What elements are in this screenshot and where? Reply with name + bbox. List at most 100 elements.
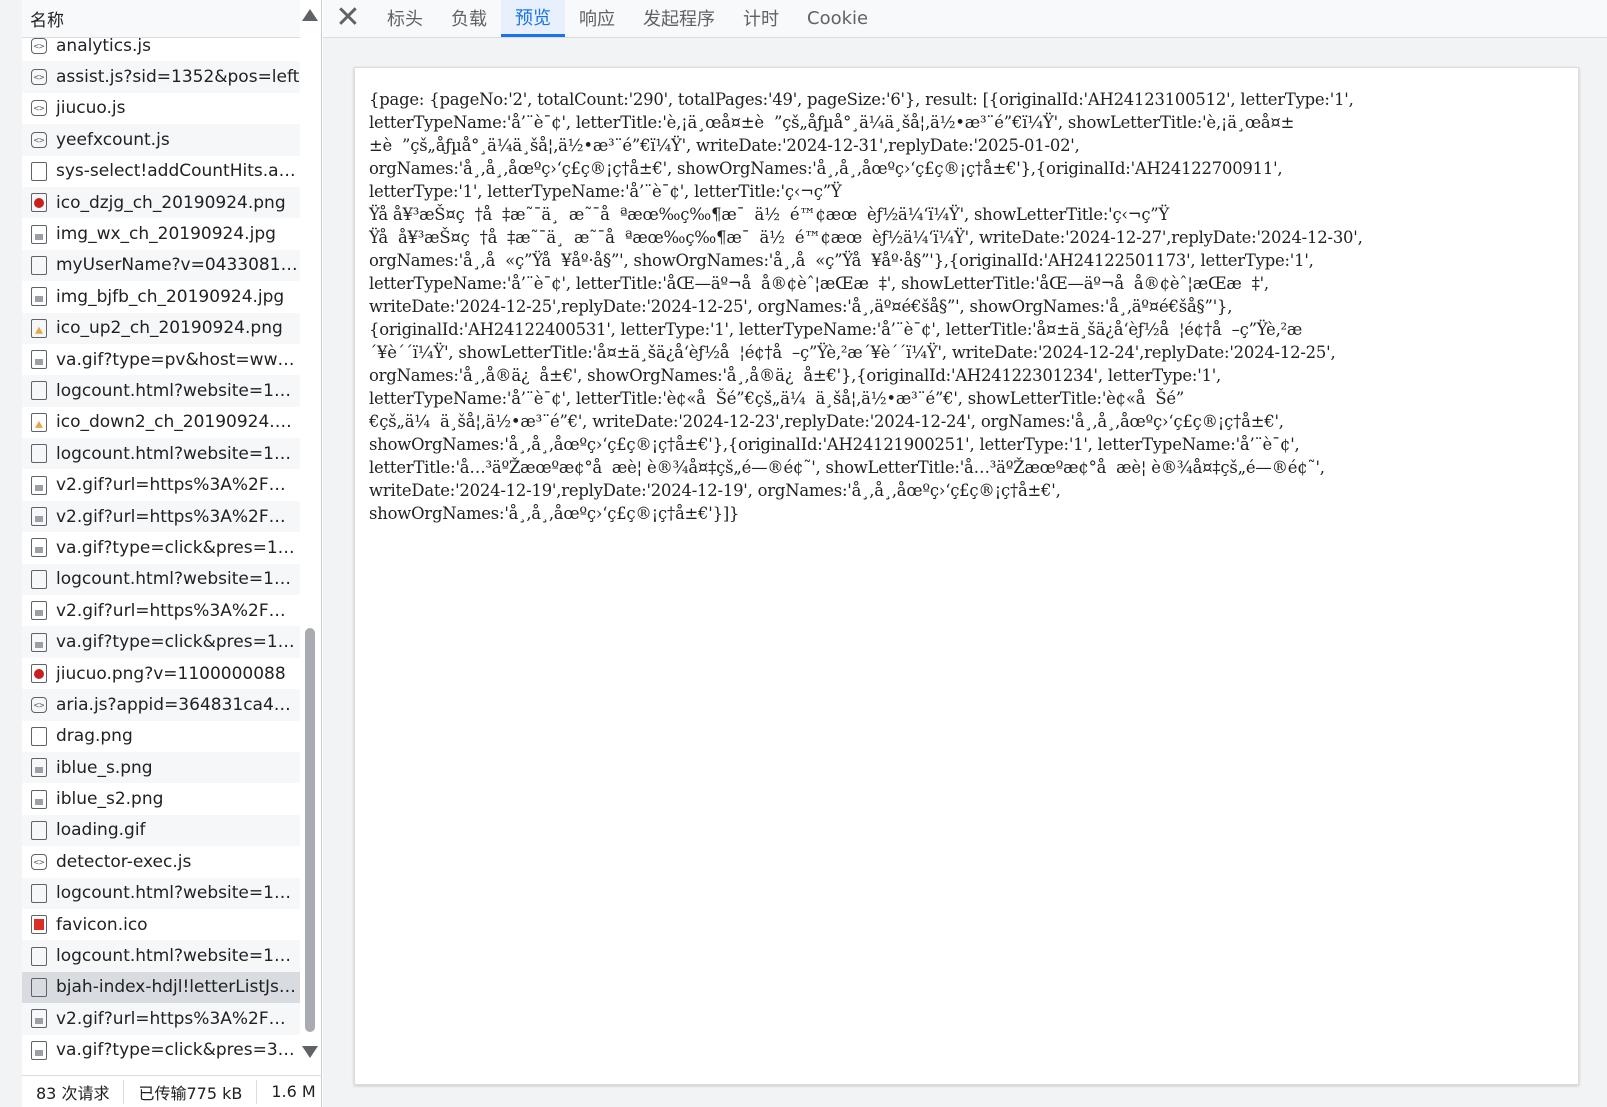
detail-panel: ✕ 标头 负载 预览 响应 发起程序 计时 Cookie {page: {pageNo:'2… xyxy=(323,0,1607,1107)
document-icon xyxy=(31,161,47,181)
request-row[interactable]: myUserName?v=043308105... xyxy=(22,249,300,282)
request-row[interactable]: ico_up2_ch_20190924.png xyxy=(22,312,300,344)
request-name: detector-exec.js xyxy=(56,851,192,872)
request-row[interactable]: va.gif?type=pv&host=www.... xyxy=(22,344,300,375)
request-list-panel: <> analytics.js <> assist.js?sid=1352&pos=l… xyxy=(0,0,322,1107)
request-name: va.gif?type=click&pres=123... xyxy=(56,632,300,653)
request-row[interactable]: bjah-index-hdjl!letterListJso... xyxy=(22,971,300,1004)
request-row[interactable]: iblue_s.png xyxy=(22,751,300,784)
close-icon[interactable]: ✕ xyxy=(323,0,373,37)
request-row[interactable]: logcount.html?website=100... xyxy=(22,375,300,407)
script-icon: <> xyxy=(31,37,47,54)
request-name: v2.gif?url=https%3A%2F%2... xyxy=(56,600,300,621)
resources-size: 1.6 M xyxy=(271,1082,316,1101)
request-row[interactable]: img_bjfb_ch_20190924.jpg xyxy=(22,281,300,312)
request-name: iblue_s.png xyxy=(56,757,153,778)
request-name: img_wx_ch_20190924.jpg xyxy=(56,224,276,245)
request-row[interactable]: v2.gif?url=https%3A%2F%2... xyxy=(22,595,300,626)
request-name: ico_down2_ch_20190924.png xyxy=(56,412,300,433)
request-row[interactable]: v2.gif?url=https%3A%2F%2... xyxy=(22,500,300,533)
tab-1[interactable]: 负载 xyxy=(437,0,501,37)
request-name: v2.gif?url=https%3A%2F%2... xyxy=(56,475,300,496)
request-row[interactable]: v2.gif?url=https%3A%2F%2... xyxy=(22,1003,300,1035)
image-icon xyxy=(31,915,47,935)
request-row[interactable]: drag.png xyxy=(22,721,300,752)
script-icon: <> xyxy=(31,696,47,713)
image-icon xyxy=(31,287,47,307)
document-icon xyxy=(31,255,47,275)
request-row[interactable]: ico_dzjg_ch_20190924.png xyxy=(22,186,300,219)
request-name: iblue_s2.png xyxy=(56,789,164,810)
tab-2[interactable]: 预览 xyxy=(501,0,565,37)
request-row[interactable]: <> jiucuo.js xyxy=(22,93,300,124)
image-icon xyxy=(31,601,47,621)
request-row[interactable]: logcount.html?website=100... xyxy=(22,438,300,470)
image-icon xyxy=(31,1009,47,1029)
request-name: v2.gif?url=https%3A%2F%2... xyxy=(56,1008,300,1029)
tab-4[interactable]: 发起程序 xyxy=(629,0,729,37)
scroll-down-icon[interactable] xyxy=(302,1046,318,1058)
document-icon xyxy=(31,444,47,464)
image-icon xyxy=(31,820,47,840)
request-row[interactable]: img_wx_ch_20190924.jpg xyxy=(22,218,300,249)
preview-line: letterTypeName:'å’¨è¯¢', letterTitle:'è¢… xyxy=(369,389,1185,408)
image-icon xyxy=(31,726,47,746)
tab-0[interactable]: 标头 xyxy=(373,0,437,37)
request-name: loading.gif xyxy=(56,820,146,841)
request-row[interactable]: ico_down2_ch_20190924.png xyxy=(22,407,300,438)
preview-line: orgNames:'å¸‚å®ä¿ å±€', showOrgNames:'å¸… xyxy=(369,366,1222,385)
request-row[interactable]: va.gif?type=click&pres=123... xyxy=(22,626,300,658)
request-row[interactable]: loading.gif xyxy=(22,814,300,847)
request-name: logcount.html?website=100... xyxy=(56,946,300,967)
scroll-up-icon[interactable] xyxy=(302,9,318,21)
tab-6[interactable]: Cookie xyxy=(793,0,882,37)
preview-line: {page: {pageNo:'2', totalCount:'290', to… xyxy=(369,90,1354,109)
request-row[interactable]: va.gif?type=click&pres=123... xyxy=(22,532,300,563)
preview-line: letterTypeName:'å’¨è¯¢', letterTitle:'è‚… xyxy=(369,113,1295,132)
document-icon xyxy=(31,381,47,401)
request-name: favicon.ico xyxy=(56,914,148,935)
script-icon: <> xyxy=(31,853,47,870)
tab-5[interactable]: 计时 xyxy=(729,0,793,37)
request-name: sys-select!addCountHits.acti... xyxy=(56,161,300,182)
request-row[interactable]: logcount.html?website=100... xyxy=(22,877,300,909)
preview-line: orgNames:'å¸‚å¸‚åœºç›‘ç£ç®¡ç†å±€', showO… xyxy=(369,159,1283,178)
request-row[interactable]: logcount.html?website=100... xyxy=(22,940,300,972)
script-icon: <> xyxy=(31,69,47,86)
request-name: logcount.html?website=100... xyxy=(56,380,300,401)
document-icon xyxy=(31,946,47,966)
request-name: analytics.js xyxy=(56,35,151,56)
request-row[interactable]: logcount.html?website=100... xyxy=(22,563,300,596)
name-column-header[interactable]: 名称 xyxy=(22,0,300,38)
request-row[interactable]: iblue_s2.png xyxy=(22,783,300,814)
network-status-bar: 83 次请求 已传输775 kB 1.6 M xyxy=(22,1075,322,1107)
tab-3[interactable]: 响应 xyxy=(565,0,629,37)
request-list[interactable]: <> analytics.js <> assist.js?sid=1352&pos=l… xyxy=(22,30,300,1070)
image-icon xyxy=(31,1040,47,1060)
image-icon xyxy=(31,224,47,244)
preview-line: orgNames:'å¸‚å «ç”Ÿå ¥åº·å§”', showOrgNa… xyxy=(369,251,1314,270)
document-icon xyxy=(31,569,47,589)
scrollbar-thumb[interactable] xyxy=(305,628,315,1032)
request-name: logcount.html?website=100... xyxy=(56,883,300,904)
request-row[interactable]: jiucuo.png?v=1100000088 xyxy=(22,658,300,689)
image-icon xyxy=(31,632,47,652)
request-row[interactable]: v2.gif?url=https%3A%2F%2... xyxy=(22,469,300,500)
preview-line: writeDate:'2024-12-25',replyDate:'2024-1… xyxy=(369,297,1233,316)
request-row[interactable]: va.gif?type=click&pres=397... xyxy=(22,1035,300,1066)
preview-line: letterTitle:'å…³äºŽæœºæ¢°å æè¦ è®¾å¤‡çš„… xyxy=(369,458,1325,477)
request-name: jiucuo.js xyxy=(56,98,126,119)
request-row[interactable]: favicon.ico xyxy=(22,909,300,940)
image-icon xyxy=(31,318,47,338)
preview-line: writeDate:'2024-12-19',replyDate:'2024-1… xyxy=(369,481,1061,500)
request-row[interactable]: <> aria.js?appid=364831ca496... xyxy=(22,689,300,721)
request-row[interactable]: <> yeefxcount.js xyxy=(22,124,300,156)
request-row[interactable]: <> detector-exec.js xyxy=(22,846,300,877)
request-name: assist.js?sid=1352&pos=left xyxy=(56,67,300,88)
request-row[interactable]: <> assist.js?sid=1352&pos=left xyxy=(22,61,300,93)
preview-line: {originalId:'AH24122400531', letterType:… xyxy=(369,320,1303,339)
request-name: va.gif?type=click&pres=397... xyxy=(56,1040,300,1061)
preview-line: ±è ”çš„åƒµå°¸ä¼ä¸šå¦‚ä½•æ³¨é”€ï¼Ÿ', writ… xyxy=(369,136,1080,155)
preview-content[interactable]: {page: {pageNo:'2', totalCount:'290', to… xyxy=(354,67,1579,1085)
request-row[interactable]: sys-select!addCountHits.acti... xyxy=(22,156,300,187)
